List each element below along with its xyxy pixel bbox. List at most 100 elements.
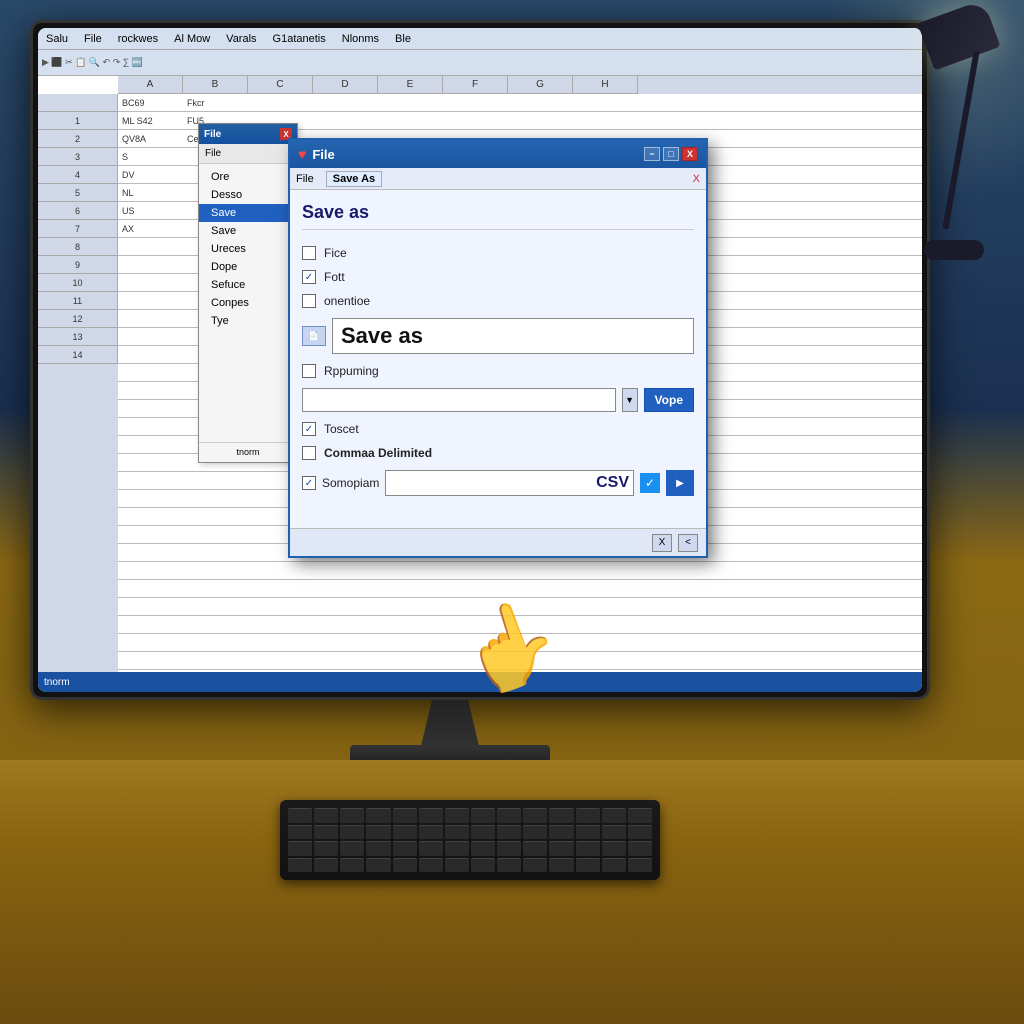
key[interactable]	[314, 808, 338, 823]
bg-menu-ore[interactable]: Ore	[199, 168, 297, 186]
dialog-file-menu[interactable]: File	[296, 173, 314, 185]
key[interactable]	[497, 825, 521, 840]
key[interactable]	[628, 858, 652, 873]
bg-menu-save-selected[interactable]: Save	[199, 204, 297, 222]
key[interactable]	[314, 858, 338, 873]
key[interactable]	[393, 825, 417, 840]
key[interactable]	[628, 825, 652, 840]
key[interactable]	[471, 825, 495, 840]
key[interactable]	[340, 808, 364, 823]
bg-menu-sefuce[interactable]: Sefuce	[199, 276, 297, 294]
key[interactable]	[393, 858, 417, 873]
keyboard[interactable]	[280, 800, 660, 880]
dialog-close-menu[interactable]: X	[693, 173, 700, 185]
csv-check-icon[interactable]: ✓	[640, 473, 660, 493]
key[interactable]	[471, 841, 495, 856]
menu-rockwes[interactable]: rockwes	[114, 32, 162, 46]
footer-btn-back[interactable]: <	[678, 534, 698, 552]
key[interactable]	[549, 825, 573, 840]
cell-a2[interactable]: ML S42	[120, 112, 185, 130]
key[interactable]	[340, 858, 364, 873]
menu-g1atanetis[interactable]: G1atanetis	[269, 32, 330, 46]
key[interactable]	[419, 808, 443, 823]
key[interactable]	[523, 858, 547, 873]
key[interactable]	[366, 858, 390, 873]
csv-action-button[interactable]: ▶	[666, 470, 694, 496]
key[interactable]	[628, 808, 652, 823]
key[interactable]	[576, 858, 600, 873]
footer-btn-x[interactable]: X	[652, 534, 672, 552]
bg-menu-tye[interactable]: Tye	[199, 312, 297, 330]
close-dialog-btn[interactable]: X	[682, 147, 698, 161]
key[interactable]	[497, 841, 521, 856]
checkbox-onentioe[interactable]	[302, 294, 316, 308]
key[interactable]	[471, 858, 495, 873]
key[interactable]	[602, 841, 626, 856]
maximize-btn[interactable]: □	[663, 147, 679, 161]
menu-file[interactable]: File	[80, 32, 106, 46]
menu-almow[interactable]: Al Mow	[170, 32, 214, 46]
key[interactable]	[288, 825, 312, 840]
key[interactable]	[445, 858, 469, 873]
type-dropdown-btn[interactable]: ▼	[622, 388, 638, 412]
key[interactable]	[549, 841, 573, 856]
minimize-btn[interactable]: −	[644, 147, 660, 161]
key[interactable]	[576, 841, 600, 856]
cell-a4[interactable]: S	[120, 148, 185, 166]
cell-b1[interactable]: Fkcr	[185, 94, 250, 112]
cell-a7[interactable]: US	[120, 202, 185, 220]
key[interactable]	[497, 858, 521, 873]
bg-menu-conpes[interactable]: Conpes	[199, 294, 297, 312]
key[interactable]	[523, 825, 547, 840]
key[interactable]	[445, 825, 469, 840]
menu-salu[interactable]: Salu	[42, 32, 72, 46]
bg-menu-save2[interactable]: Save	[199, 222, 297, 240]
key[interactable]	[366, 841, 390, 856]
key[interactable]	[497, 808, 521, 823]
cell-a1[interactable]: BC69	[120, 94, 185, 112]
csv-input[interactable]: CSV	[385, 470, 634, 496]
bg-menu-desso[interactable]: Desso	[199, 186, 297, 204]
key[interactable]	[419, 825, 443, 840]
key[interactable]	[602, 808, 626, 823]
key[interactable]	[549, 858, 573, 873]
vope-button[interactable]: Vope	[644, 388, 694, 412]
key[interactable]	[288, 841, 312, 856]
key[interactable]	[288, 858, 312, 873]
key[interactable]	[393, 808, 417, 823]
key[interactable]	[523, 808, 547, 823]
key[interactable]	[314, 825, 338, 840]
key[interactable]	[576, 825, 600, 840]
checkbox-fott[interactable]: ✓	[302, 270, 316, 284]
key[interactable]	[419, 858, 443, 873]
key[interactable]	[471, 808, 495, 823]
checkbox-rppuming[interactable]	[302, 364, 316, 378]
cell-a5[interactable]: DV	[120, 166, 185, 184]
checkbox-toscet[interactable]: ✓	[302, 422, 316, 436]
key[interactable]	[445, 841, 469, 856]
menu-nlonms[interactable]: Nlonms	[338, 32, 383, 46]
bg-menu-dope[interactable]: Dope	[199, 258, 297, 276]
type-input[interactable]	[302, 388, 616, 412]
checkbox-somopiam[interactable]: ✓	[302, 476, 316, 490]
checkbox-fice[interactable]	[302, 246, 316, 260]
key[interactable]	[288, 808, 312, 823]
key[interactable]	[602, 858, 626, 873]
bg-file-menu-label[interactable]: File	[205, 148, 221, 159]
cell-a6[interactable]: NL	[120, 184, 185, 202]
cell-a3[interactable]: QV8A	[120, 130, 185, 148]
key[interactable]	[366, 825, 390, 840]
menu-ble[interactable]: Ble	[391, 32, 415, 46]
key[interactable]	[314, 841, 338, 856]
menu-varals[interactable]: Varals	[222, 32, 260, 46]
dialog-saveas-menu[interactable]: Save As	[326, 171, 382, 187]
key[interactable]	[576, 808, 600, 823]
checkbox-commaa[interactable]	[302, 446, 316, 460]
bg-menu-ureces[interactable]: Ureces	[199, 240, 297, 258]
cell-a8[interactable]: AX	[120, 220, 185, 238]
key[interactable]	[340, 841, 364, 856]
key[interactable]	[523, 841, 547, 856]
key[interactable]	[366, 808, 390, 823]
key[interactable]	[445, 808, 469, 823]
key[interactable]	[602, 825, 626, 840]
